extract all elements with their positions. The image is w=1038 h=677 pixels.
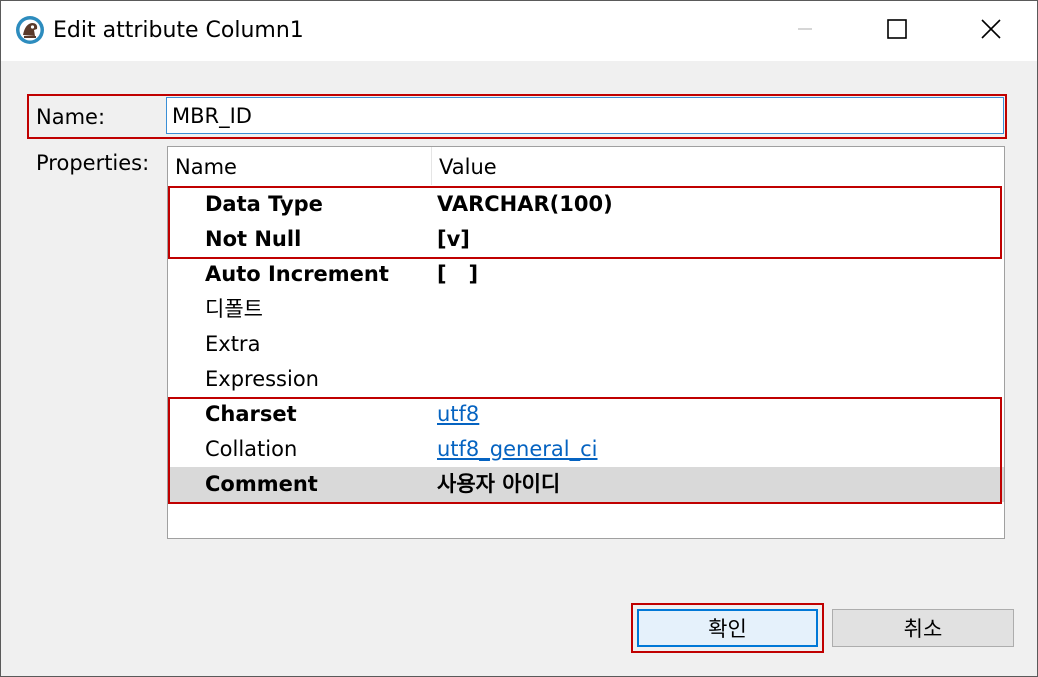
table-row[interactable]: Not Null [v] bbox=[168, 222, 1004, 257]
property-name: Collation bbox=[205, 437, 298, 461]
property-value: VARCHAR(100) bbox=[437, 192, 613, 216]
table-row[interactable]: Collation utf8_general_ci bbox=[168, 432, 1004, 467]
property-value: [v] bbox=[437, 227, 470, 251]
maximize-button[interactable] bbox=[851, 1, 943, 61]
maximize-icon bbox=[886, 18, 908, 44]
cancel-button[interactable]: 취소 bbox=[832, 609, 1014, 647]
dbeaver-icon bbox=[15, 15, 45, 45]
collation-link[interactable]: utf8_general_ci bbox=[437, 432, 598, 467]
properties-table[interactable]: Name Value Data Type VARCHAR(100) Not Nu… bbox=[167, 146, 1005, 539]
charset-link[interactable]: utf8 bbox=[437, 397, 479, 432]
column-header-value[interactable]: Value bbox=[432, 147, 1004, 185]
table-row[interactable]: Extra bbox=[168, 327, 1004, 362]
property-name: Extra bbox=[205, 332, 261, 356]
property-name: Charset bbox=[205, 402, 297, 426]
table-row[interactable]: Expression bbox=[168, 362, 1004, 397]
edit-attribute-dialog: Edit attribute Column1 Name: Properties: bbox=[0, 0, 1038, 677]
table-header: Name Value bbox=[168, 147, 1004, 185]
property-name: Data Type bbox=[205, 192, 323, 216]
minimize-button[interactable] bbox=[759, 1, 851, 61]
minimize-icon bbox=[795, 19, 815, 43]
table-row[interactable]: Auto Increment [ ] bbox=[168, 257, 1004, 292]
table-row[interactable]: Data Type VARCHAR(100) bbox=[168, 187, 1004, 222]
property-name: 디폴트 bbox=[205, 297, 263, 321]
table-row[interactable]: Charset utf8 bbox=[168, 397, 1004, 432]
column-header-name[interactable]: Name bbox=[168, 147, 432, 185]
close-button[interactable] bbox=[945, 1, 1037, 61]
property-name: Expression bbox=[205, 367, 319, 391]
properties-label: Properties: bbox=[36, 151, 150, 175]
table-row-selected[interactable]: Comment 사용자 아이디 bbox=[168, 467, 1004, 502]
property-value: 사용자 아이디 bbox=[437, 472, 561, 496]
close-icon bbox=[980, 18, 1002, 44]
window-title: Edit attribute Column1 bbox=[53, 18, 304, 43]
property-name: Auto Increment bbox=[205, 262, 389, 286]
name-highlight-box bbox=[27, 94, 1007, 139]
ok-button[interactable]: 확인 bbox=[637, 609, 818, 647]
property-name: Not Null bbox=[205, 227, 302, 251]
title-bar: Edit attribute Column1 bbox=[1, 1, 1037, 61]
property-value: [ ] bbox=[437, 262, 479, 286]
table-row[interactable]: 디폴트 bbox=[168, 292, 1004, 327]
property-name: Comment bbox=[205, 472, 318, 496]
